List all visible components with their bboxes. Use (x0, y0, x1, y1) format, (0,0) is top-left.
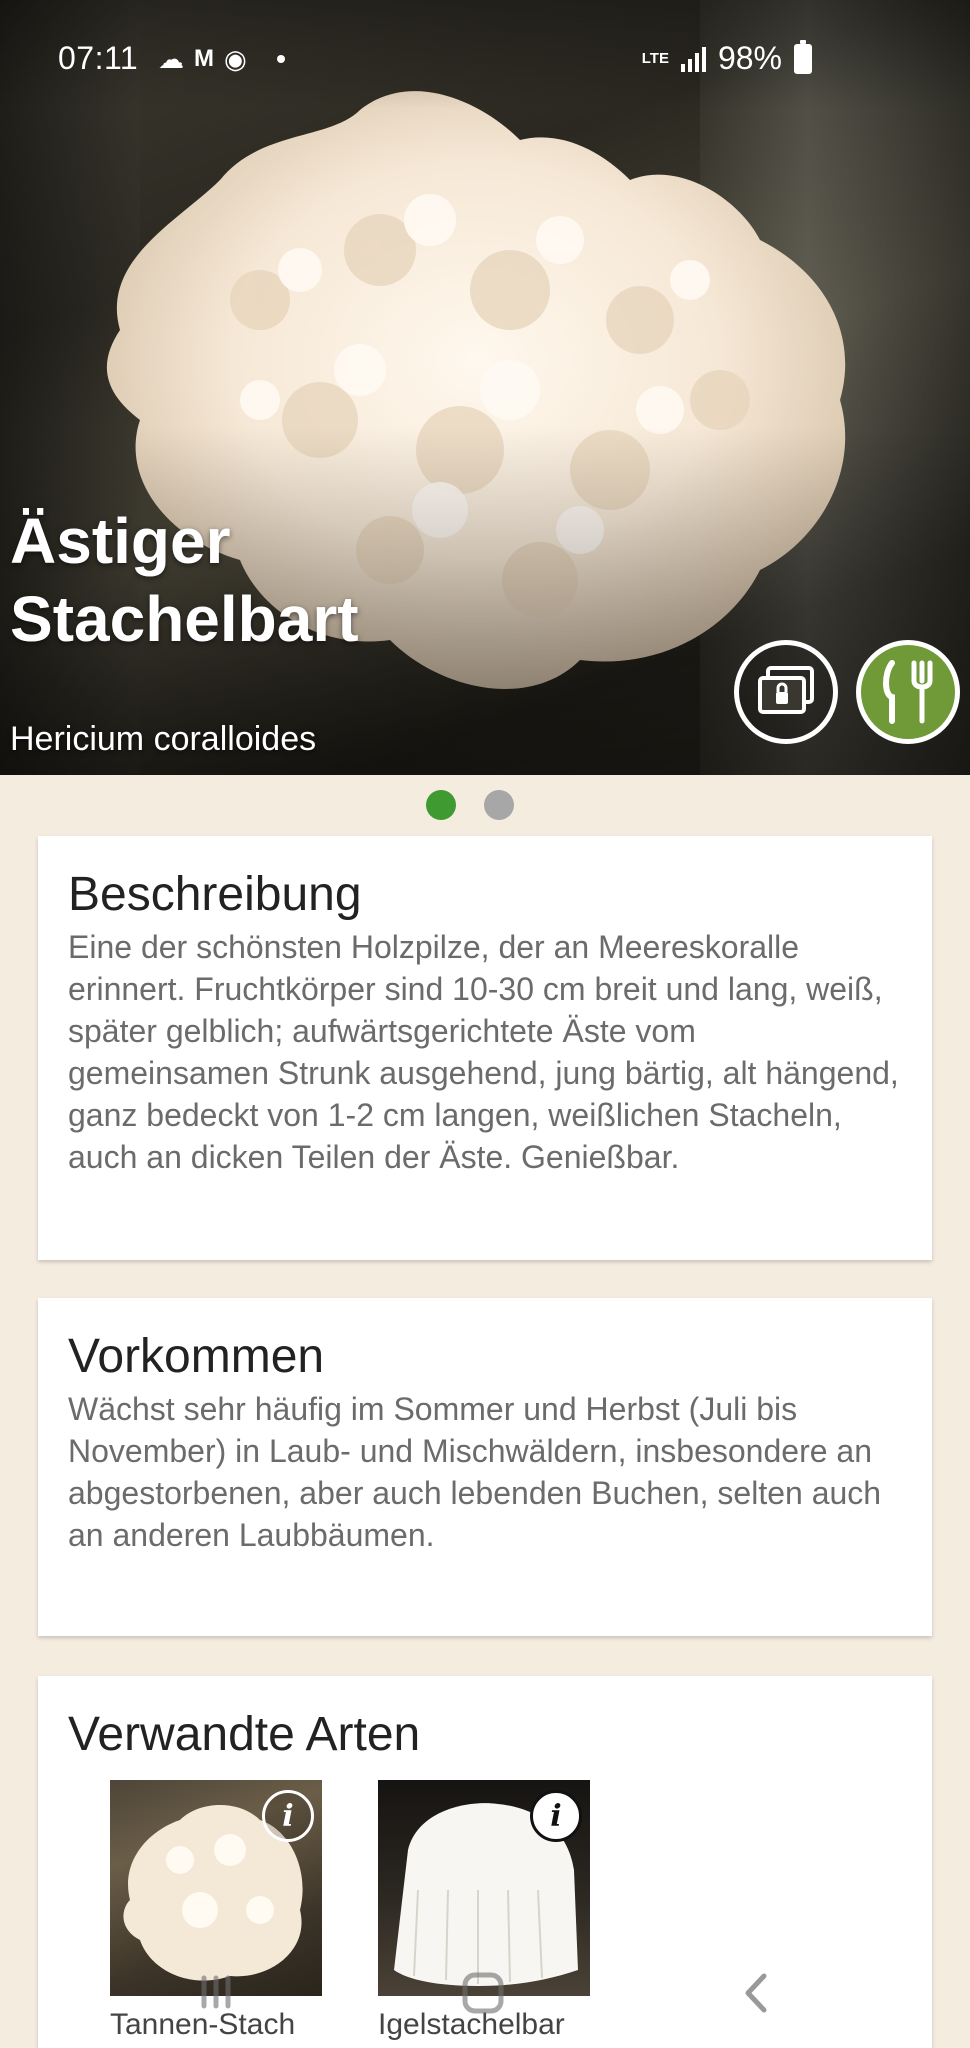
edible-button[interactable] (856, 640, 960, 744)
occurrence-text: Wächst sehr häufig im Sommer und Herbst … (68, 1391, 882, 1553)
pager-dot[interactable] (484, 790, 514, 820)
pager-dot-active[interactable] (426, 790, 456, 820)
gmail-icon: M (194, 45, 214, 72)
gallery-icon (758, 666, 814, 714)
gallery-button[interactable] (734, 640, 838, 744)
status-right: LTE 98% (641, 39, 812, 77)
info-icon[interactable]: i (530, 1790, 582, 1842)
latin-name: Hericium coralloides (10, 720, 317, 758)
more-notifications-dot (276, 55, 285, 63)
battery-percent: 98% (717, 40, 782, 76)
network-type: LTE (641, 49, 669, 67)
description-heading: Beschreibung (68, 868, 362, 921)
cloud-icon: ☁ (158, 44, 184, 74)
image-pager (0, 790, 970, 820)
status-time: 07:11 (58, 40, 139, 76)
mushroom-title: Ästiger Stachelbart (10, 505, 359, 655)
notification-icons: ☁ M ◉ (158, 44, 285, 74)
related-heading: Verwandte Arten (68, 1708, 421, 1761)
chrome-icon: ◉ (224, 44, 247, 74)
description-text: Eine der schönsten Holzpilze, der an Mee… (68, 929, 899, 1175)
info-icon[interactable]: i (262, 1790, 314, 1842)
occurrence-card: Vorkommen Wächst sehr häufig im Sommer u… (38, 1298, 932, 1636)
back-icon[interactable] (740, 1970, 770, 2016)
status-bar: 07:11 ☁ M ◉ LTE 98% (0, 30, 970, 90)
signal-icon (680, 46, 706, 72)
description-card: Beschreibung Eine der schönsten Holzpilz… (38, 836, 932, 1260)
fork-knife-icon (883, 660, 933, 724)
home-icon[interactable] (460, 1970, 506, 2016)
battery-icon (794, 39, 812, 74)
occurrence-heading: Vorkommen (68, 1330, 325, 1383)
system-navbar (0, 1950, 970, 2048)
recents-icon[interactable] (196, 1970, 236, 2014)
